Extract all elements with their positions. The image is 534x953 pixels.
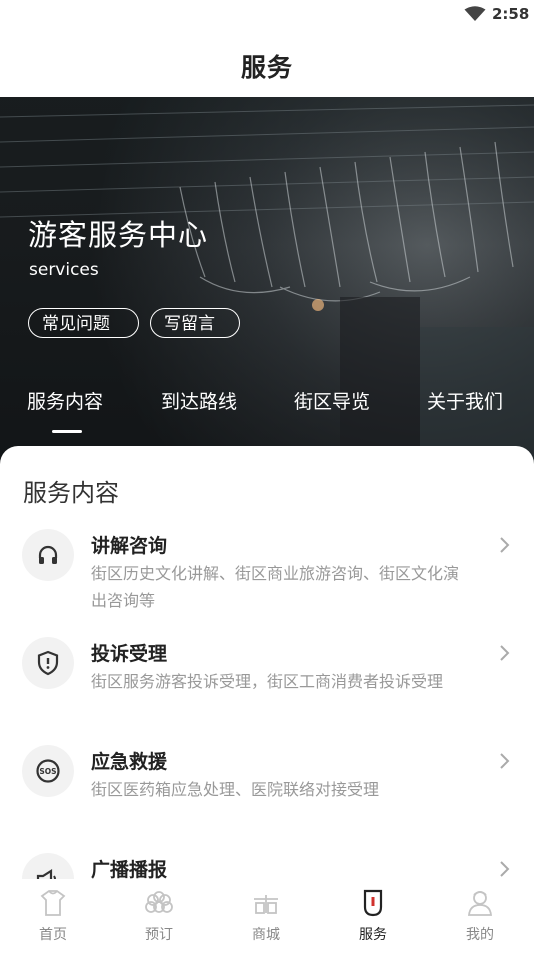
tabbar-item-mall[interactable]: 商城 (226, 879, 306, 949)
page-title: 服务 (240, 53, 293, 82)
service-item-title: 投诉受理 (91, 643, 168, 665)
profile-icon (468, 891, 492, 916)
wifi-icon (464, 6, 486, 21)
booking-icon (145, 891, 173, 913)
hero-banner: 游客服务中心 services 常见问题 写留言 服务内容 到达路线 街区导览 … (0, 97, 534, 467)
chevron-right-icon (500, 861, 510, 877)
tabbar-item-home[interactable]: 首页 (13, 879, 93, 949)
mall-icon (254, 895, 278, 914)
service-item-emergency[interactable]: SOS 应急救援 街区医药箱应急处理、医院联络对接受理 (0, 745, 534, 845)
tabbar-label: 预订 (145, 927, 173, 943)
headphones-icon (22, 529, 74, 581)
chevron-right-icon (500, 753, 510, 769)
tabbar-item-mine[interactable]: 我的 (440, 879, 520, 949)
leave-message-chip[interactable]: 写留言 (150, 308, 240, 338)
shield-alert-icon (22, 637, 74, 689)
service-item-title: 广播播报 (91, 859, 168, 881)
section-title: 服务内容 (23, 479, 119, 507)
tabbar-label: 商城 (252, 927, 280, 943)
status-time: 2:58 (492, 5, 530, 23)
tabbar-label: 首页 (39, 927, 67, 943)
svg-text:SOS: SOS (39, 767, 56, 776)
sos-icon: SOS (22, 745, 74, 797)
tab-service-content[interactable]: 服务内容 (27, 387, 103, 414)
tabbar-item-service[interactable]: 服务 (333, 879, 413, 949)
service-item-title: 应急救援 (91, 751, 168, 773)
active-tab-indicator (52, 430, 82, 433)
service-item-desc: 街区历史文化讲解、街区商业旅游咨询、街区文化演出咨询等 (91, 564, 460, 610)
tab-route[interactable]: 到达路线 (161, 387, 237, 414)
tabbar-label: 服务 (359, 927, 387, 943)
service-item-guide[interactable]: 讲解咨询 街区历史文化讲解、街区商业旅游咨询、街区文化演出咨询等 (0, 529, 534, 629)
tabbar-item-booking[interactable]: 预订 (119, 879, 199, 949)
tab-about-us[interactable]: 关于我们 (427, 387, 503, 414)
hero-title: 游客服务中心 (28, 218, 209, 252)
hero-subtitle: services (29, 260, 99, 280)
tabbar-label: 我的 (466, 927, 494, 943)
service-item-desc: 街区服务游客投诉受理，街区工商消费者投诉受理 (91, 672, 444, 691)
service-item-title: 讲解咨询 (91, 535, 168, 557)
status-bar: 2:58 (0, 0, 534, 30)
service-icon (363, 889, 383, 917)
tab-district-guide[interactable]: 街区导览 (294, 387, 370, 414)
service-item-complaint[interactable]: 投诉受理 街区服务游客投诉受理，街区工商消费者投诉受理 (0, 637, 534, 737)
service-item-desc: 街区医药箱应急处理、医院联络对接受理 (91, 780, 380, 799)
chevron-right-icon (500, 645, 510, 661)
chevron-right-icon (500, 537, 510, 553)
faq-chip[interactable]: 常见问题 (28, 308, 139, 338)
service-panel: 服务内容 讲解咨询 街区历史文化讲解、街区商业旅游咨询、街区文化演出咨询等 投诉… (0, 446, 534, 949)
home-icon (40, 890, 66, 916)
bottom-tab-bar: 首页 预订 商城 服务 我的 (0, 879, 534, 949)
